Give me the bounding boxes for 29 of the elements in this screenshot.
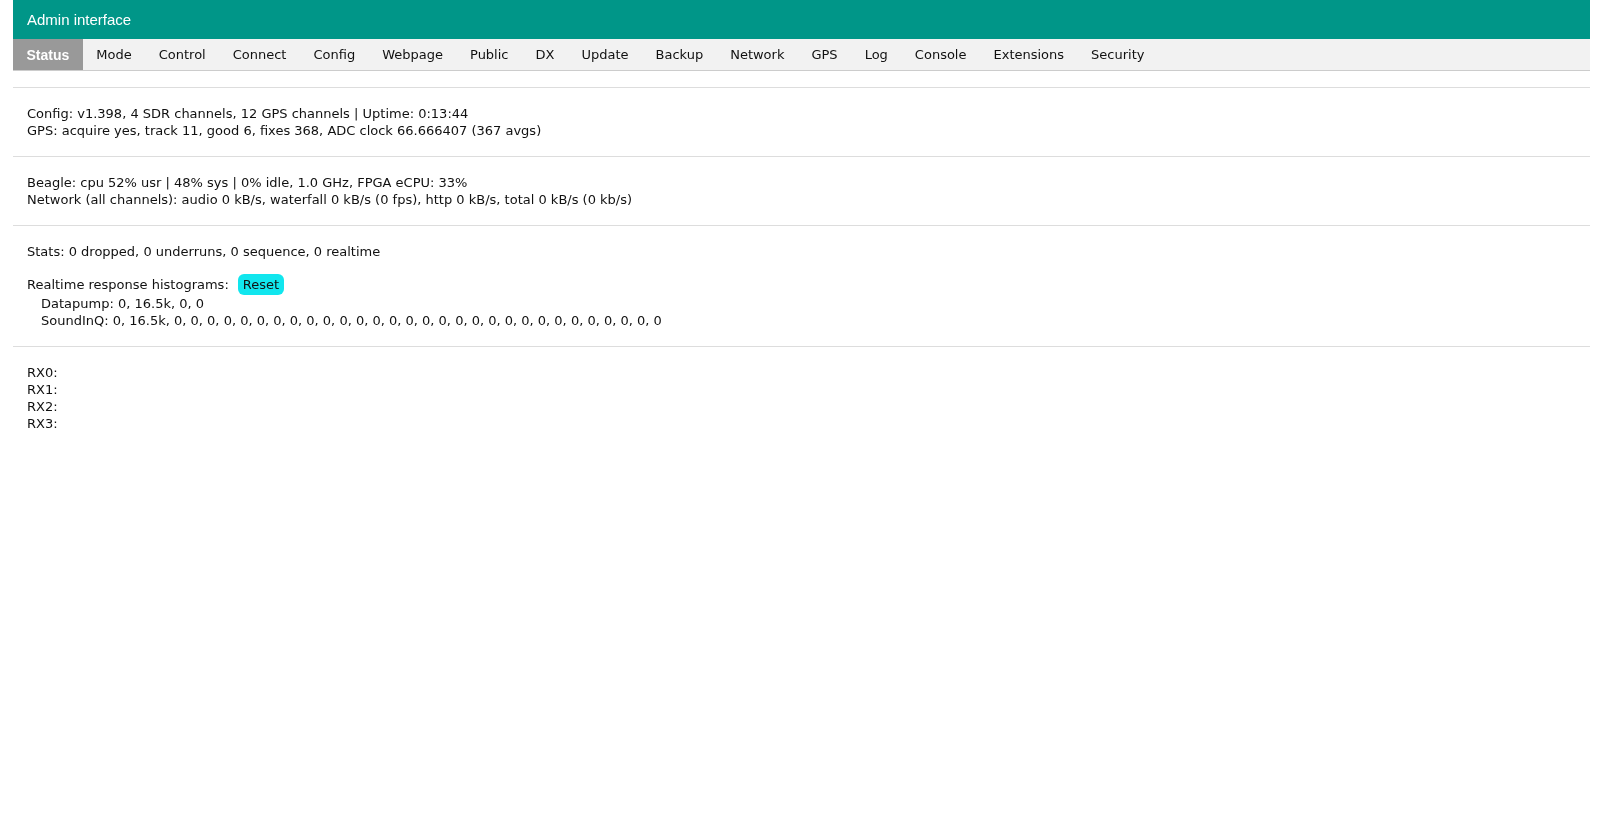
status-text: Beagle: cpu 52% usr | 48% sys | 0% idle, 1.0 GHz, FPGA eCPU: 33%: [27, 174, 469, 191]
tab[interactable]: Backup: [642, 39, 717, 70]
status-text: Network (all channels): audio 0 kB/s, waterfall 0 kB/s (0 fps), http 0 kB/s, total 0 kB/s (0 kb/s): [27, 191, 634, 208]
histogram-label: Realtime response histograms:: [27, 277, 229, 292]
status-text: Datapump: 0, 16.5k, 0, 0: [40, 295, 206, 312]
status-text: GPS: acquire yes, track 11, good 6, fixes 368, ADC clock 66.666407 (367 avgs): [27, 122, 543, 139]
tab[interactable]: Control: [145, 39, 220, 70]
status-text: RX2:: [27, 398, 59, 415]
status-text: Stats: 0 dropped, 0 underruns, 0 sequence, 0 realtime: [27, 243, 382, 260]
tab[interactable]: Update: [567, 39, 642, 70]
reset-button[interactable]: Reset: [237, 274, 285, 295]
header-title: Admin interface: [27, 11, 132, 28]
tab[interactable]: Config: [300, 39, 369, 70]
tab[interactable]: Public: [456, 39, 522, 70]
tab[interactable]: Console: [901, 39, 980, 70]
tab[interactable]: DX: [522, 39, 568, 70]
tab[interactable]: Security: [1077, 39, 1158, 70]
tab[interactable]: Connect: [219, 39, 300, 70]
tab[interactable]: Extensions: [979, 39, 1078, 70]
tab[interactable]: Webpage: [368, 39, 457, 70]
status-text: RX3:: [27, 415, 59, 432]
tab[interactable]: Log: [851, 39, 902, 70]
status-text: Config: v1.398, 4 SDR channels, 12 GPS channels | Uptime: 0:13:44: [27, 105, 470, 122]
status-text: RX1:: [27, 381, 59, 398]
tab[interactable]: Network: [716, 39, 798, 70]
status-text: SoundInQ: 0, 16.5k, 0, 0, 0, 0, 0, 0, 0, 0, 0, 0, 0, 0, 0, 0, 0, 0, 0, 0, 0, 0, 0, 0, 0, 0, 0, 0, 0, 0, 0, 0: [40, 312, 663, 329]
tab[interactable]: GPS: [797, 39, 852, 70]
tab[interactable]: Mode: [82, 39, 146, 70]
status-text: RX0:: [27, 364, 59, 381]
